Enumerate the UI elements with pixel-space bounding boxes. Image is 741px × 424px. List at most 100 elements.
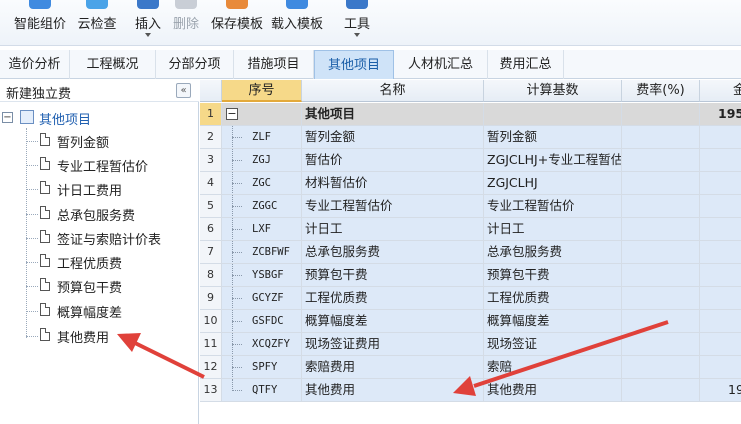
seq-cell[interactable]: − [222,103,302,126]
insert-dropdown-caret-icon[interactable] [145,33,151,37]
tree-item-daywork-fee[interactable]: 计日工费用 [26,179,196,199]
tab-project-overview[interactable]: 工程概况 [70,50,156,79]
rate-cell[interactable] [622,103,700,126]
name-cell[interactable]: 其他项目 [302,103,484,126]
amount-cell[interactable] [700,264,741,287]
basis-cell[interactable]: 预算包干费 [484,264,622,287]
load-template-button[interactable]: 载入模板 [268,0,326,46]
table-row[interactable]: 6 LXF 计日工 计日工 [200,218,741,241]
table-row[interactable]: 5 ZGGC 专业工程暂估价 专业工程暂估价 [200,195,741,218]
tab-labor-material-summary[interactable]: 人材机汇总 [394,50,488,79]
code-cell[interactable]: SPFY [222,356,302,379]
basis-cell[interactable] [484,103,622,126]
code-cell[interactable]: ZLF [222,126,302,149]
table-row-parent[interactable]: 1 − 其他项目 195 [200,103,741,126]
tree-item-quality-fee[interactable]: 工程优质费 [26,252,196,272]
name-cell[interactable]: 现场签证费用 [302,333,484,356]
tab-other-items[interactable]: 其他项目 [314,50,394,79]
code-cell[interactable]: ZGJ [222,149,302,172]
tree-item-visa-claim-table[interactable]: 签证与索赔计价表 [26,228,196,248]
header-basis[interactable]: 计算基数 [484,80,622,102]
basis-cell[interactable]: ZGJCLHJ [484,172,622,195]
code-cell[interactable]: QTFY [222,379,302,402]
table-row[interactable]: 2 ZLF 暂列金额 暂列金额 [200,126,741,149]
amount-cell[interactable] [700,356,741,379]
table-row[interactable]: 9 GCYZF 工程优质费 工程优质费 [200,287,741,310]
amount-cell[interactable] [700,172,741,195]
basis-cell[interactable]: 概算幅度差 [484,310,622,333]
name-cell[interactable]: 预算包干费 [302,264,484,287]
name-cell[interactable]: 暂列金额 [302,126,484,149]
insert-button[interactable]: 插入 [130,0,166,46]
basis-cell[interactable]: 现场签证 [484,333,622,356]
basis-cell[interactable]: 其他费用 [484,379,622,402]
rate-cell[interactable] [622,195,700,218]
tab-cost-analysis[interactable]: 造价分析 [0,50,70,79]
name-cell[interactable]: 专业工程暂估价 [302,195,484,218]
basis-cell[interactable]: 总承包服务费 [484,241,622,264]
name-cell[interactable]: 概算幅度差 [302,310,484,333]
tree-item-provisional-sum[interactable]: 暂列金额 [26,131,196,151]
table-row[interactable]: 11 XCQZFY 现场签证费用 现场签证 [200,333,741,356]
row-collapse-icon[interactable]: − [226,108,238,120]
code-cell[interactable]: GCYZF [222,287,302,310]
code-cell[interactable]: ZCBFWF [222,241,302,264]
tree-item-general-contract-service-fee[interactable]: 总承包服务费 [26,204,196,224]
rate-cell[interactable] [622,264,700,287]
amount-cell[interactable] [700,310,741,333]
rate-cell[interactable] [622,356,700,379]
collapse-panel-icon[interactable]: « [176,83,191,98]
save-template-button[interactable]: 保存模板 [208,0,266,46]
tools-button[interactable]: 工具 [339,0,375,46]
rate-cell[interactable] [622,218,700,241]
tree-item-specialty-estimate[interactable]: 专业工程暂估价 [26,155,196,175]
name-cell[interactable]: 暂估价 [302,149,484,172]
rate-cell[interactable] [622,287,700,310]
name-cell[interactable]: 工程优质费 [302,287,484,310]
table-row[interactable]: 8 YSBGF 预算包干费 预算包干费 [200,264,741,287]
table-row[interactable]: 12 SPFY 索赔费用 索赔 [200,356,741,379]
rate-cell[interactable] [622,126,700,149]
delete-button[interactable]: 删除 [168,0,204,46]
header-rate[interactable]: 费率(%) [622,80,700,102]
basis-cell[interactable]: 工程优质费 [484,287,622,310]
rate-cell[interactable] [622,172,700,195]
new-independent-fee-title[interactable]: 新建独立费 [6,83,71,102]
tree-item-estimate-margin[interactable]: 概算幅度差 [26,301,196,321]
name-cell[interactable]: 其他费用 [302,379,484,402]
amount-cell[interactable] [700,195,741,218]
basis-cell[interactable]: 暂列金额 [484,126,622,149]
amount-cell[interactable]: 195 [700,103,741,126]
header-amount[interactable]: 金 [700,80,741,102]
code-cell[interactable]: YSBGF [222,264,302,287]
basis-cell[interactable]: 计日工 [484,218,622,241]
basis-cell[interactable]: 专业工程暂估价 [484,195,622,218]
name-cell[interactable]: 材料暂估价 [302,172,484,195]
amount-cell[interactable] [700,218,741,241]
smart-pricing-button[interactable]: 智能组价 [10,0,70,46]
rate-cell[interactable] [622,241,700,264]
header-seq[interactable]: 序号 [222,80,302,102]
name-cell[interactable]: 计日工 [302,218,484,241]
rate-cell[interactable] [622,379,700,402]
table-row[interactable]: 10 GSFDC 概算幅度差 概算幅度差 [200,310,741,333]
amount-cell[interactable] [700,333,741,356]
name-cell[interactable]: 索赔费用 [302,356,484,379]
tab-fee-summary[interactable]: 费用汇总 [488,50,564,79]
cloud-check-button[interactable]: 云检查 [73,0,121,46]
tab-sub-items[interactable]: 分部分项 [156,50,234,79]
basis-cell[interactable]: ZGJCLHJ+专业工程暂估价 [484,149,622,172]
tree-collapse-icon[interactable]: − [2,112,13,123]
table-row[interactable]: 4 ZGC 材料暂估价 ZGJCLHJ [200,172,741,195]
code-cell[interactable]: LXF [222,218,302,241]
header-name[interactable]: 名称 [302,80,484,102]
tools-dropdown-caret-icon[interactable] [354,33,360,37]
amount-cell[interactable] [700,149,741,172]
amount-cell[interactable]: 19 [700,379,741,402]
tab-measures[interactable]: 措施项目 [234,50,314,79]
basis-cell[interactable]: 索赔 [484,356,622,379]
table-row[interactable]: 3 ZGJ 暂估价 ZGJCLHJ+专业工程暂估价 [200,149,741,172]
rate-cell[interactable] [622,310,700,333]
amount-cell[interactable] [700,126,741,149]
tree-item-other-fees[interactable]: 其他费用 [26,326,196,346]
